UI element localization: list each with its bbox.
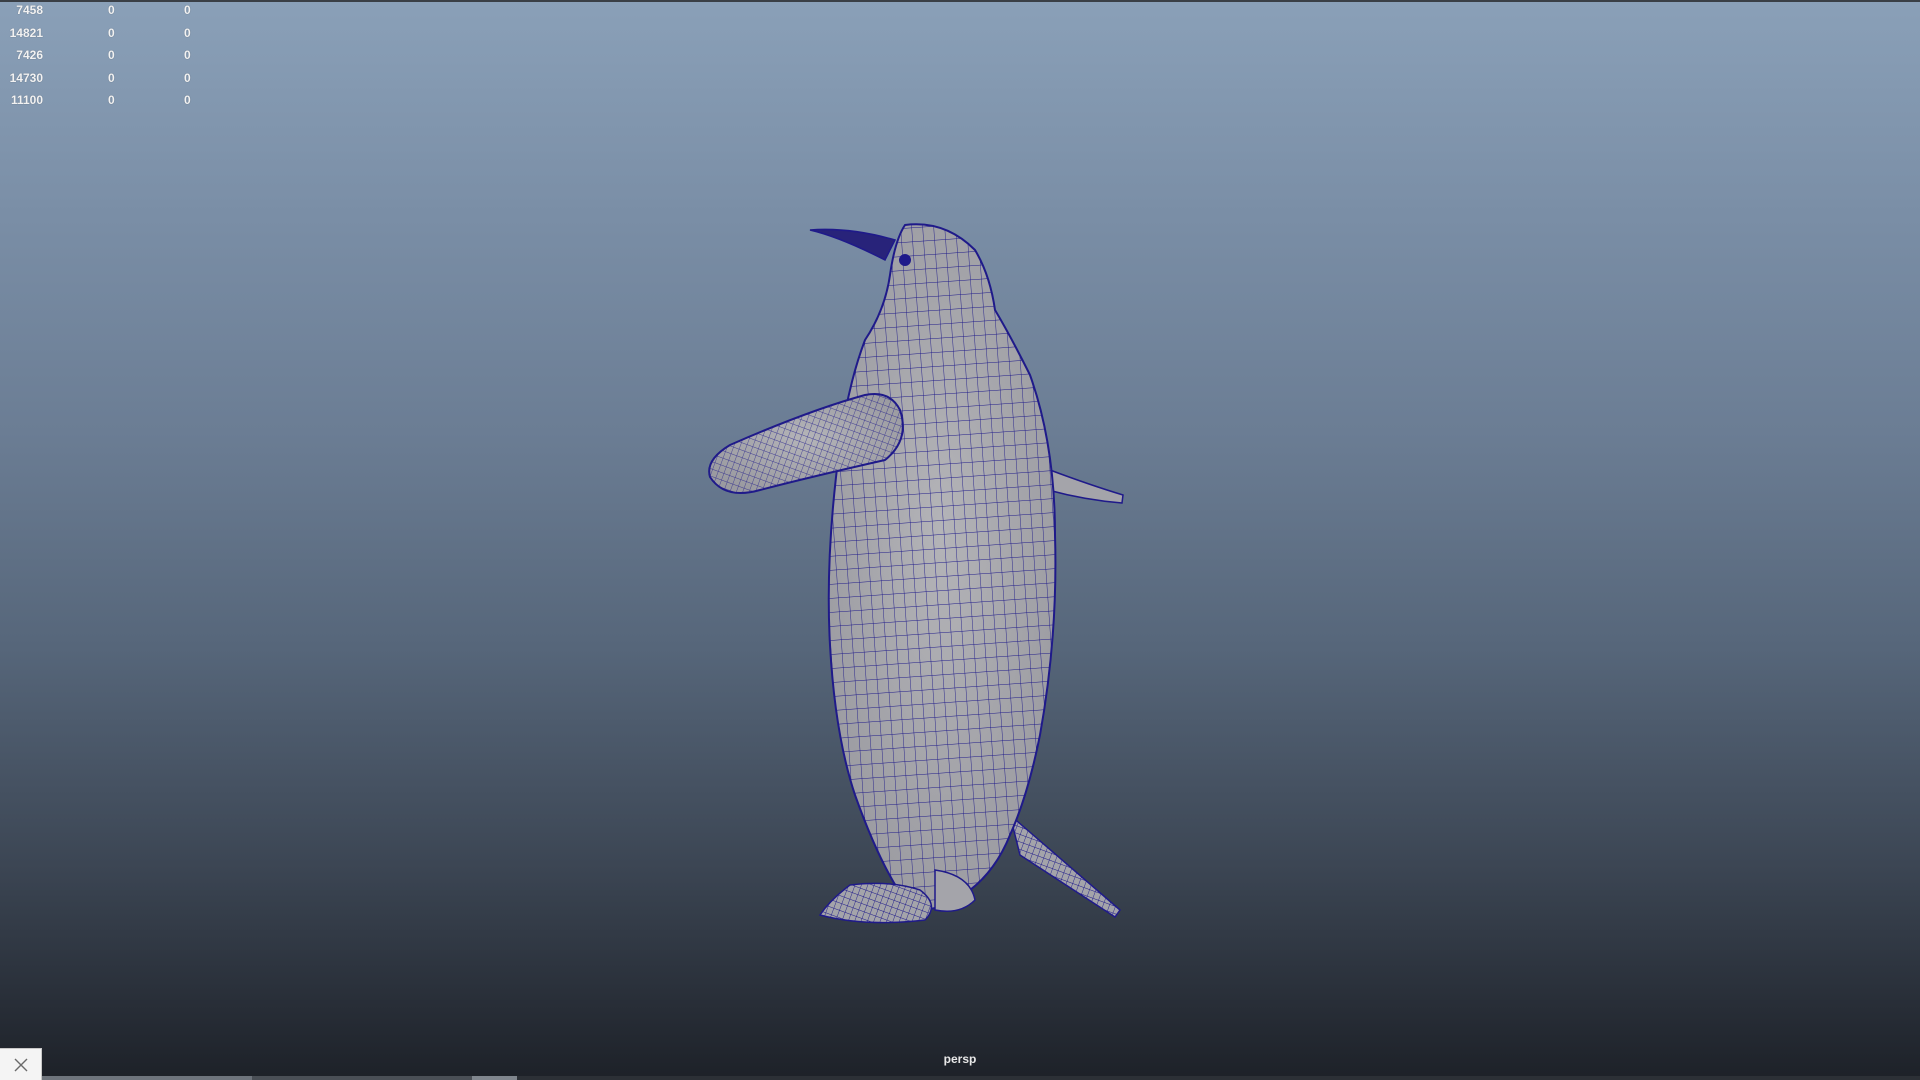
hud-value: 0 xyxy=(184,93,191,107)
hud-value: 14821 xyxy=(9,25,43,40)
penguin-body xyxy=(827,223,1057,910)
eye xyxy=(899,254,911,266)
hud-value: 0 xyxy=(184,48,191,62)
tail-group xyxy=(1008,812,1122,919)
strip-segment xyxy=(42,1076,252,1080)
hud-value: 7426 xyxy=(16,48,43,62)
hud-value: 0 xyxy=(108,48,115,62)
hud-value: 0 xyxy=(184,70,191,85)
heads-up-display-poly-count: 7458 0 0 14821 0 0 7426 0 0 14730 0 0 11… xyxy=(0,3,200,116)
viewport-top-border xyxy=(0,0,1920,2)
hud-row-verts: 7458 0 0 xyxy=(0,3,200,26)
hud-row-edges: 14821 0 0 xyxy=(0,26,200,49)
close-icon xyxy=(14,1058,27,1071)
hud-value: 0 xyxy=(184,25,191,40)
hud-value: 0 xyxy=(108,25,115,40)
time-slider-strip[interactable] xyxy=(42,1076,1920,1080)
hud-value: 0 xyxy=(108,93,115,107)
camera-name-label: persp xyxy=(943,1052,977,1066)
hud-value: 0 xyxy=(184,3,191,17)
3d-viewport[interactable]: 7458 0 0 14821 0 0 7426 0 0 14730 0 0 11… xyxy=(0,0,1920,1080)
beak xyxy=(809,228,897,262)
penguin-wireframe-model[interactable] xyxy=(690,215,1150,925)
back-flipper xyxy=(1047,468,1124,504)
hud-value: 14730 xyxy=(9,70,43,85)
hud-row-tris: 14730 0 0 xyxy=(0,71,200,94)
strip-segment xyxy=(472,1076,517,1080)
close-button[interactable] xyxy=(0,1048,42,1080)
hud-row-faces: 7426 0 0 xyxy=(0,48,200,71)
hud-value: 0 xyxy=(108,3,115,17)
hud-value: 0 xyxy=(108,70,115,85)
hud-row-uvs: 11100 0 0 xyxy=(0,93,200,116)
strip-segment xyxy=(252,1076,472,1080)
hud-value: 7458 xyxy=(16,3,43,17)
hud-value: 11100 xyxy=(10,93,43,107)
